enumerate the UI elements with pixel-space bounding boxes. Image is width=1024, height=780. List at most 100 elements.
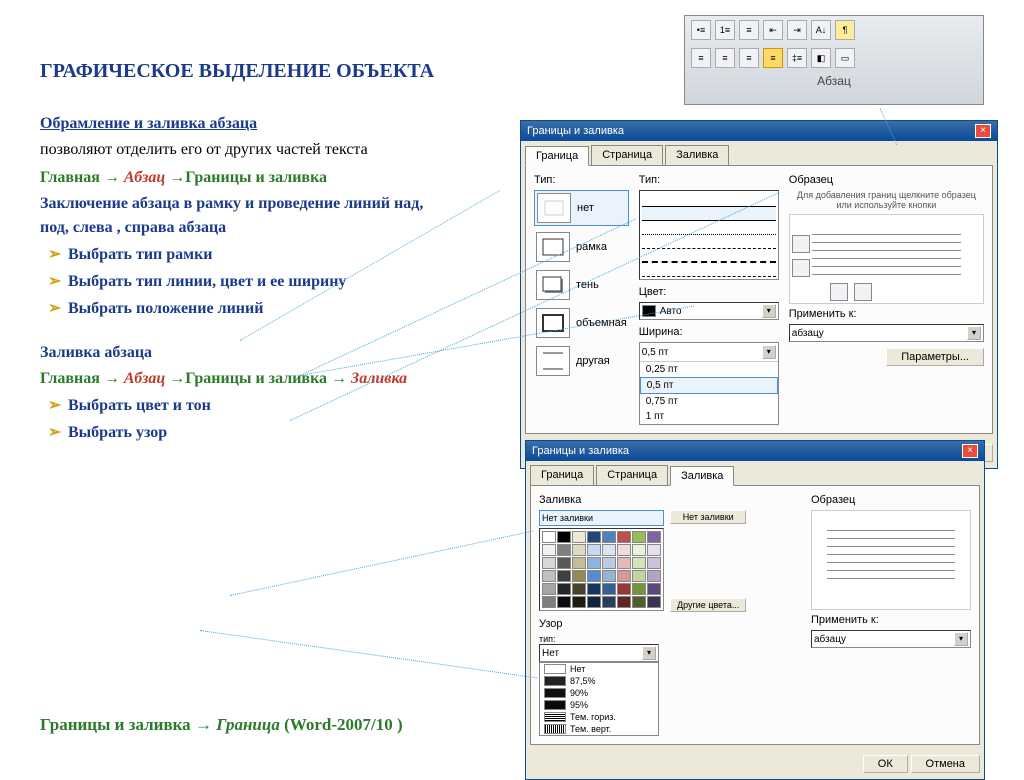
ok-button[interactable]: ОК	[863, 755, 908, 773]
color-cell[interactable]	[557, 570, 571, 582]
align-center-button[interactable]: ≡	[715, 48, 735, 68]
color-cell[interactable]	[632, 531, 646, 543]
color-cell[interactable]	[557, 544, 571, 556]
tab-fill[interactable]: Заливка	[665, 145, 729, 165]
chevron-down-icon[interactable]: ▾	[954, 632, 968, 646]
chevron-down-icon[interactable]: ▾	[642, 646, 656, 660]
no-fill-button[interactable]: Нет заливки	[670, 510, 746, 524]
color-cell[interactable]	[572, 557, 586, 569]
color-cell[interactable]	[587, 531, 601, 543]
cancel-button[interactable]: Отмена	[911, 755, 980, 773]
color-cell[interactable]	[602, 583, 616, 595]
color-cell[interactable]	[587, 557, 601, 569]
color-palette[interactable]	[539, 528, 664, 611]
color-cell[interactable]	[572, 596, 586, 608]
color-cell[interactable]	[647, 570, 661, 582]
color-cell[interactable]	[572, 531, 586, 543]
color-cell[interactable]	[617, 583, 631, 595]
align-left-button[interactable]: ≡	[691, 48, 711, 68]
color-cell[interactable]	[587, 583, 601, 595]
type-none[interactable]: нет	[534, 190, 629, 226]
color-cell[interactable]	[542, 596, 556, 608]
color-cell[interactable]	[602, 570, 616, 582]
color-cell[interactable]	[542, 531, 556, 543]
type-custom[interactable]: другая	[534, 344, 629, 378]
pattern-list[interactable]: Нет 87,5% 90% 95% Тем. гориз. Тем. верт.	[539, 662, 659, 736]
indent-decrease-button[interactable]: ⇤	[763, 20, 783, 40]
color-cell[interactable]	[587, 570, 601, 582]
pattern-opt[interactable]: 95%	[540, 699, 658, 711]
color-cell[interactable]	[617, 570, 631, 582]
color-cell[interactable]	[617, 596, 631, 608]
apply-combo[interactable]: абзацу ▾	[811, 630, 971, 648]
color-cell[interactable]	[542, 557, 556, 569]
close-icon[interactable]: ×	[975, 124, 991, 138]
no-fill-label[interactable]: Нет заливки	[539, 510, 664, 526]
chevron-down-icon[interactable]: ▾	[967, 326, 981, 340]
color-cell[interactable]	[632, 596, 646, 608]
bullets-button[interactable]: •≡	[691, 20, 711, 40]
sort-button[interactable]: A↓	[811, 20, 831, 40]
color-cell[interactable]	[647, 557, 661, 569]
color-cell[interactable]	[602, 544, 616, 556]
shading-button[interactable]: ◧	[811, 48, 831, 68]
color-cell[interactable]	[617, 557, 631, 569]
color-cell[interactable]	[647, 544, 661, 556]
color-cell[interactable]	[617, 531, 631, 543]
dialog-titlebar[interactable]: Границы и заливка ×	[526, 441, 984, 461]
tab-page[interactable]: Страница	[596, 465, 668, 485]
pattern-combo[interactable]: Нет ▾	[539, 644, 659, 662]
color-cell[interactable]	[572, 583, 586, 595]
width-opt-075[interactable]: 0,75 пт	[640, 394, 778, 409]
color-cell[interactable]	[632, 557, 646, 569]
color-cell[interactable]	[632, 570, 646, 582]
tab-border[interactable]: Граница	[525, 146, 589, 166]
line-style-list[interactable]	[639, 190, 779, 280]
border-top-button[interactable]	[792, 235, 810, 253]
type-3d[interactable]: объемная	[534, 306, 629, 340]
tab-fill[interactable]: Заливка	[670, 466, 734, 486]
params-button[interactable]: Параметры...	[886, 348, 984, 366]
width-opt-025[interactable]: 0,25 пт	[640, 362, 778, 377]
color-cell[interactable]	[632, 583, 646, 595]
dialog-titlebar[interactable]: Границы и заливка ×	[521, 121, 997, 141]
width-opt-05[interactable]: 0,5 пт	[640, 377, 778, 394]
width-opt-1[interactable]: 1 пт	[640, 409, 778, 424]
close-icon[interactable]: ×	[962, 444, 978, 458]
pattern-opt[interactable]: 87,5%	[540, 675, 658, 687]
color-cell[interactable]	[587, 596, 601, 608]
chevron-down-icon[interactable]: ▾	[762, 304, 776, 318]
color-cell[interactable]	[542, 570, 556, 582]
color-cell[interactable]	[647, 531, 661, 543]
color-cell[interactable]	[602, 531, 616, 543]
pilcrow-button[interactable]: ¶	[835, 20, 855, 40]
border-right-button[interactable]	[854, 283, 872, 301]
tab-border[interactable]: Граница	[530, 465, 594, 485]
chevron-down-icon[interactable]: ▾	[762, 345, 776, 359]
apply-combo[interactable]: абзацу ▾	[789, 324, 984, 342]
color-cell[interactable]	[632, 544, 646, 556]
pattern-opt[interactable]: Нет	[540, 663, 658, 675]
color-cell[interactable]	[587, 544, 601, 556]
borders-button[interactable]: ▭	[835, 48, 855, 68]
color-cell[interactable]	[557, 531, 571, 543]
color-cell[interactable]	[557, 596, 571, 608]
color-cell[interactable]	[602, 596, 616, 608]
pattern-opt[interactable]: Тем. гориз.	[540, 711, 658, 723]
border-bottom-button[interactable]	[792, 259, 810, 277]
multilevel-button[interactable]: ≡	[739, 20, 759, 40]
color-cell[interactable]	[557, 583, 571, 595]
color-cell[interactable]	[647, 583, 661, 595]
color-cell[interactable]	[647, 596, 661, 608]
color-cell[interactable]	[572, 544, 586, 556]
pattern-opt[interactable]: Тем. верт.	[540, 723, 658, 735]
color-cell[interactable]	[542, 583, 556, 595]
align-right-button[interactable]: ≡	[739, 48, 759, 68]
width-combo[interactable]: 0,5 пт ▾ 0,25 пт 0,5 пт 0,75 пт 1 пт	[639, 342, 779, 425]
more-colors-button[interactable]: Другие цвета...	[670, 598, 746, 612]
color-cell[interactable]	[572, 570, 586, 582]
color-cell[interactable]	[602, 557, 616, 569]
tab-page[interactable]: Страница	[591, 145, 663, 165]
color-cell[interactable]	[542, 544, 556, 556]
align-justify-button[interactable]: ≡	[763, 48, 783, 68]
